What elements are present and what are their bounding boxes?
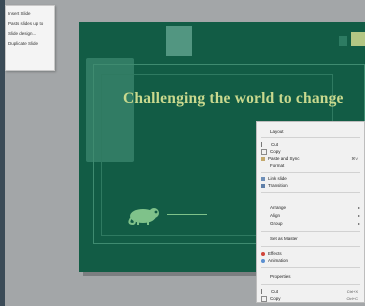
menu-item-paste-and-sync[interactable]: Paste and Sync ⌘V	[257, 155, 364, 162]
menu-item-label: Cut	[271, 289, 279, 294]
menu-item-format[interactable]: Format	[257, 162, 364, 169]
menu-item-transition[interactable]: Transition	[257, 182, 364, 189]
menu-item-label: Align	[270, 213, 281, 218]
decorative-square	[166, 26, 192, 56]
menu-item-layout[interactable]: Layout	[257, 128, 364, 135]
slide-actions-popup[interactable]: Insert Slide Pasts slides up to Slide de…	[5, 5, 55, 71]
link-icon	[261, 176, 265, 181]
menu-item-align[interactable]: Align ▸	[257, 212, 364, 219]
copy-icon	[261, 148, 267, 155]
decorative-square	[351, 32, 365, 46]
menu-separator	[261, 284, 360, 285]
menu-item-animation[interactable]: Animation	[257, 257, 364, 264]
menu-item-label: Copy	[270, 149, 281, 154]
menu-separator	[261, 137, 360, 138]
menu-separator	[261, 192, 360, 193]
menu-item-label: Group	[270, 221, 283, 226]
menu-item-label: Link slide	[268, 176, 287, 181]
menu-item-group[interactable]: Group ▸	[257, 220, 364, 227]
slide-title[interactable]: Challenging the world to change	[123, 90, 344, 108]
menu-item-label: Animation	[268, 258, 289, 263]
popup-item[interactable]: Duplicate Slide	[8, 39, 52, 49]
menu-item-label: Copy	[270, 296, 281, 301]
menu-item-cut[interactable]: Cut	[257, 141, 364, 148]
submenu-arrow-icon: ▸	[357, 205, 360, 210]
menu-item-label: Set as Master	[270, 236, 298, 241]
menu-item-label: Effects	[268, 251, 282, 256]
context-menu[interactable]: Layout Cut Copy Paste and Sync ⌘V Format…	[256, 121, 365, 303]
transition-icon	[261, 183, 265, 188]
menu-item-label: Cut	[271, 142, 279, 147]
menu-shortcut: Ctrl+X	[346, 289, 358, 294]
menu-item-copy[interactable]: Copy	[257, 148, 364, 155]
decorative-square	[339, 36, 347, 46]
popup-item[interactable]: Pasts slides up to	[8, 19, 52, 29]
menu-separator	[261, 231, 360, 232]
menu-item-copy-2[interactable]: Copy Ctrl+C	[257, 295, 364, 302]
decorative-line	[167, 214, 207, 215]
cut-icon	[261, 289, 268, 294]
menu-shortcut: Ctrl+C	[346, 296, 358, 301]
submenu-arrow-icon: ▸	[357, 221, 360, 226]
menu-item-label: Properties	[270, 274, 291, 279]
popup-item[interactable]: Insert Slide	[8, 9, 52, 19]
menu-item-label: Format	[270, 163, 285, 168]
menu-item-arrange[interactable]: Arrange ▸	[257, 204, 364, 211]
menu-item-properties[interactable]: Properties	[257, 273, 364, 280]
submenu-arrow-icon: ▸	[357, 213, 360, 218]
animation-icon	[261, 258, 265, 263]
menu-item-label: Layout	[270, 129, 284, 134]
menu-item-label: Arrange	[270, 205, 287, 210]
cut-icon	[261, 142, 268, 147]
paste-icon	[261, 156, 265, 161]
menu-separator	[261, 267, 360, 268]
menu-item-effects[interactable]: Effects	[257, 250, 364, 257]
chameleon-logo-icon	[128, 208, 159, 226]
menu-item-set-as-master[interactable]: Set as Master	[257, 235, 364, 242]
effects-icon	[261, 251, 265, 256]
menu-separator	[261, 246, 360, 247]
menu-shortcut: ⌘V	[351, 156, 358, 161]
menu-item-link-slide[interactable]: Link slide	[257, 175, 364, 182]
layout-icon	[261, 129, 267, 134]
menu-item-cut-2[interactable]: Cut Ctrl+X	[257, 288, 364, 295]
popup-item[interactable]: Slide design...	[8, 29, 52, 39]
menu-item-label: Paste and Sync	[268, 156, 300, 161]
copy-icon	[261, 295, 267, 302]
menu-item-label: Transition	[268, 183, 288, 188]
menu-separator	[261, 172, 360, 173]
